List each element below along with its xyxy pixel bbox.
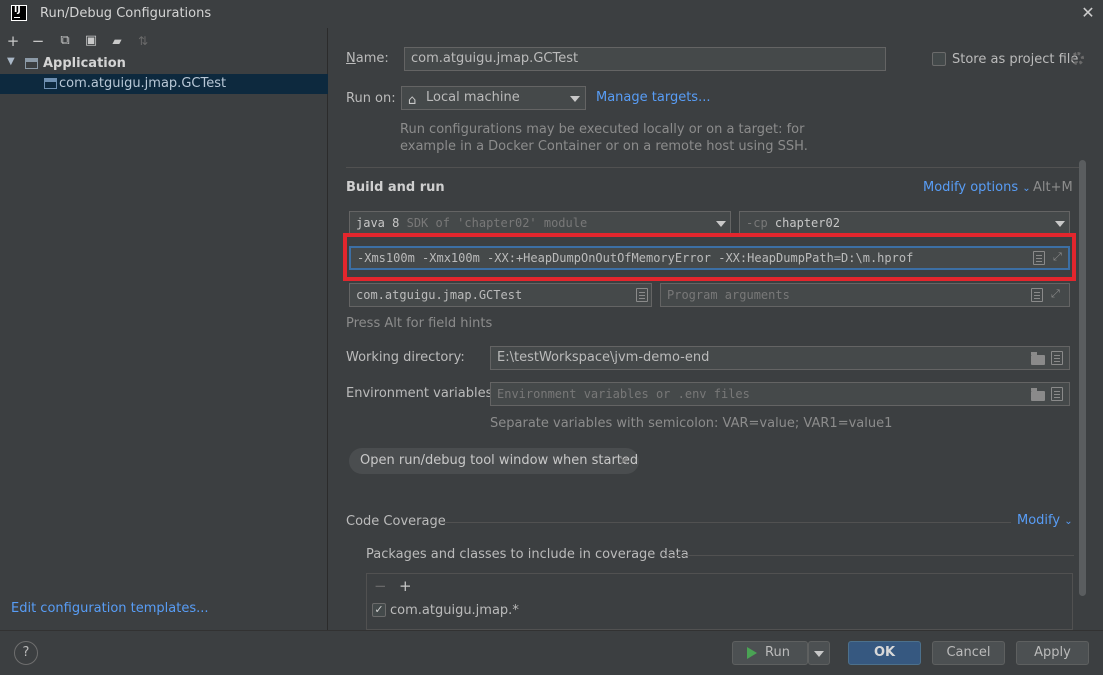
window-title: Run/Debug Configurations: [40, 6, 212, 21]
close-icon[interactable]: ✕: [619, 448, 629, 474]
divider: [346, 167, 1086, 168]
main-class-field[interactable]: com.atguigu.jmap.GCTest: [349, 283, 652, 307]
run-on-select[interactable]: ⌂ Local machine: [401, 86, 586, 110]
name-label: Name:: [346, 51, 389, 66]
configuration-form: Name: com.atguigu.jmap.GCTest Store as p…: [329, 28, 1103, 630]
new-folder-icon[interactable]: ▰: [107, 32, 127, 50]
apply-button[interactable]: Apply: [1016, 641, 1089, 665]
expand-icon[interactable]: ⤢: [1051, 288, 1063, 300]
application-icon: [44, 78, 57, 89]
save-icon[interactable]: ▣: [81, 32, 101, 50]
working-directory-field[interactable]: E:\testWorkspace\jvm-demo-end: [490, 346, 1070, 370]
program-arguments-field[interactable]: Program arguments ⤢: [660, 283, 1070, 307]
run-on-label: Run on:: [346, 91, 396, 106]
run-on-value: Local machine: [426, 90, 520, 105]
expand-icon[interactable]: ⤢: [1053, 251, 1065, 263]
tree-group-label: Application: [43, 56, 126, 71]
dialog-buttons: ? Run OK Cancel Apply: [0, 630, 1103, 675]
environment-variables-label: Environment variables:: [346, 386, 497, 401]
intellij-icon: IJ: [11, 5, 27, 21]
sort-icon[interactable]: ⇅: [133, 32, 153, 50]
tree-item-gctest[interactable]: com.atguigu.jmap.GCTest: [0, 74, 328, 94]
home-icon: ⌂: [408, 93, 417, 108]
coverage-item-label: com.atguigu.jmap.*: [390, 603, 519, 618]
build-and-run-heading: Build and run: [346, 180, 445, 195]
title-bar: IJ Run/Debug Configurations ✕: [0, 0, 1103, 28]
tree-item-label: com.atguigu.jmap.GCTest: [59, 76, 227, 91]
vm-options-value: -Xms100m -Xmx100m -XX:+HeapDumpOnOutOfMe…: [357, 251, 914, 265]
list-icon[interactable]: [1051, 387, 1063, 401]
run-on-hint-2: example in a Docker Container or on a re…: [400, 139, 808, 154]
modify-options-link[interactable]: Modify options ⌄: [923, 180, 1031, 195]
copy-icon[interactable]: ⧉: [55, 32, 75, 50]
folder-icon[interactable]: [1031, 388, 1045, 401]
chevron-down-icon: [570, 96, 580, 102]
list-icon[interactable]: [1031, 288, 1043, 302]
store-project-checkbox[interactable]: [932, 52, 946, 66]
coverage-modify-link[interactable]: Modify ⌄: [1017, 513, 1073, 528]
remove-icon[interactable]: −: [28, 32, 48, 50]
chevron-down-icon: [1055, 221, 1065, 227]
configurations-sidebar: + − ⧉ ▣ ▰ ⇅ ▼ Application com.atguigu.jm…: [0, 28, 328, 630]
folder-icon[interactable]: [1031, 352, 1045, 365]
remove-icon[interactable]: −: [374, 577, 387, 595]
field-hint: Press Alt for field hints: [346, 316, 493, 331]
coverage-item-checkbox[interactable]: ✓: [372, 603, 386, 617]
add-icon[interactable]: +: [399, 577, 412, 595]
add-icon[interactable]: +: [3, 32, 23, 50]
vm-options-field[interactable]: -Xms100m -Xmx100m -XX:+HeapDumpOnOutOfMe…: [349, 246, 1070, 270]
chevron-down-icon: [814, 651, 824, 657]
application-icon: [25, 58, 38, 69]
store-project-label: Store as project file: [952, 52, 1079, 67]
jdk-select[interactable]: java 8 SDK of 'chapter02' module: [349, 211, 731, 235]
environment-variables-hint: Separate variables with semicolon: VAR=v…: [490, 416, 893, 431]
run-on-hint-1: Run configurations may be executed local…: [400, 122, 805, 137]
environment-variables-field[interactable]: Environment variables or .env files: [490, 382, 1070, 406]
divider: [664, 555, 1074, 556]
browse-class-icon[interactable]: [636, 288, 648, 302]
modify-options-shortcut: Alt+M: [1033, 180, 1073, 195]
chip-label: Open run/debug tool window when started: [360, 453, 639, 468]
name-field[interactable]: com.atguigu.jmap.GCTest: [404, 47, 886, 71]
open-tool-window-chip[interactable]: Open run/debug tool window when started …: [349, 448, 639, 474]
chevron-down-icon: [716, 221, 726, 227]
run-label: Run: [765, 645, 790, 660]
working-directory-label: Working directory:: [346, 350, 465, 365]
ok-button[interactable]: OK: [848, 641, 921, 665]
program-arguments-placeholder: Program arguments: [667, 288, 790, 302]
chevron-down-icon[interactable]: ▼: [7, 56, 15, 67]
run-icon: [747, 647, 757, 659]
form-scrollbar[interactable]: [1079, 160, 1086, 596]
classpath-select[interactable]: -cp chapter02: [739, 211, 1070, 235]
run-dropdown-button[interactable]: [808, 641, 830, 665]
tree-group-application[interactable]: ▼ Application: [0, 54, 328, 74]
macro-icon[interactable]: [1051, 351, 1063, 365]
code-coverage-heading: Code Coverage: [346, 514, 446, 529]
help-button[interactable]: ?: [14, 641, 38, 665]
working-directory-value: E:\testWorkspace\jvm-demo-end: [497, 350, 710, 365]
run-button[interactable]: Run: [732, 641, 808, 665]
close-icon[interactable]: ✕: [1078, 3, 1098, 23]
edit-templates-link[interactable]: Edit configuration templates...: [11, 601, 209, 616]
coverage-list: − + ✓ com.atguigu.jmap.*: [366, 573, 1073, 630]
list-icon[interactable]: [1033, 251, 1045, 265]
cancel-button[interactable]: Cancel: [932, 641, 1005, 665]
main-class-value: com.atguigu.jmap.GCTest: [356, 288, 523, 302]
environment-variables-placeholder: Environment variables or .env files: [497, 387, 750, 401]
divider: [445, 522, 1011, 523]
manage-targets-link[interactable]: Manage targets...: [596, 90, 710, 105]
coverage-packages-label: Packages and classes to include in cover…: [366, 547, 689, 562]
gear-icon[interactable]: [1071, 52, 1084, 65]
